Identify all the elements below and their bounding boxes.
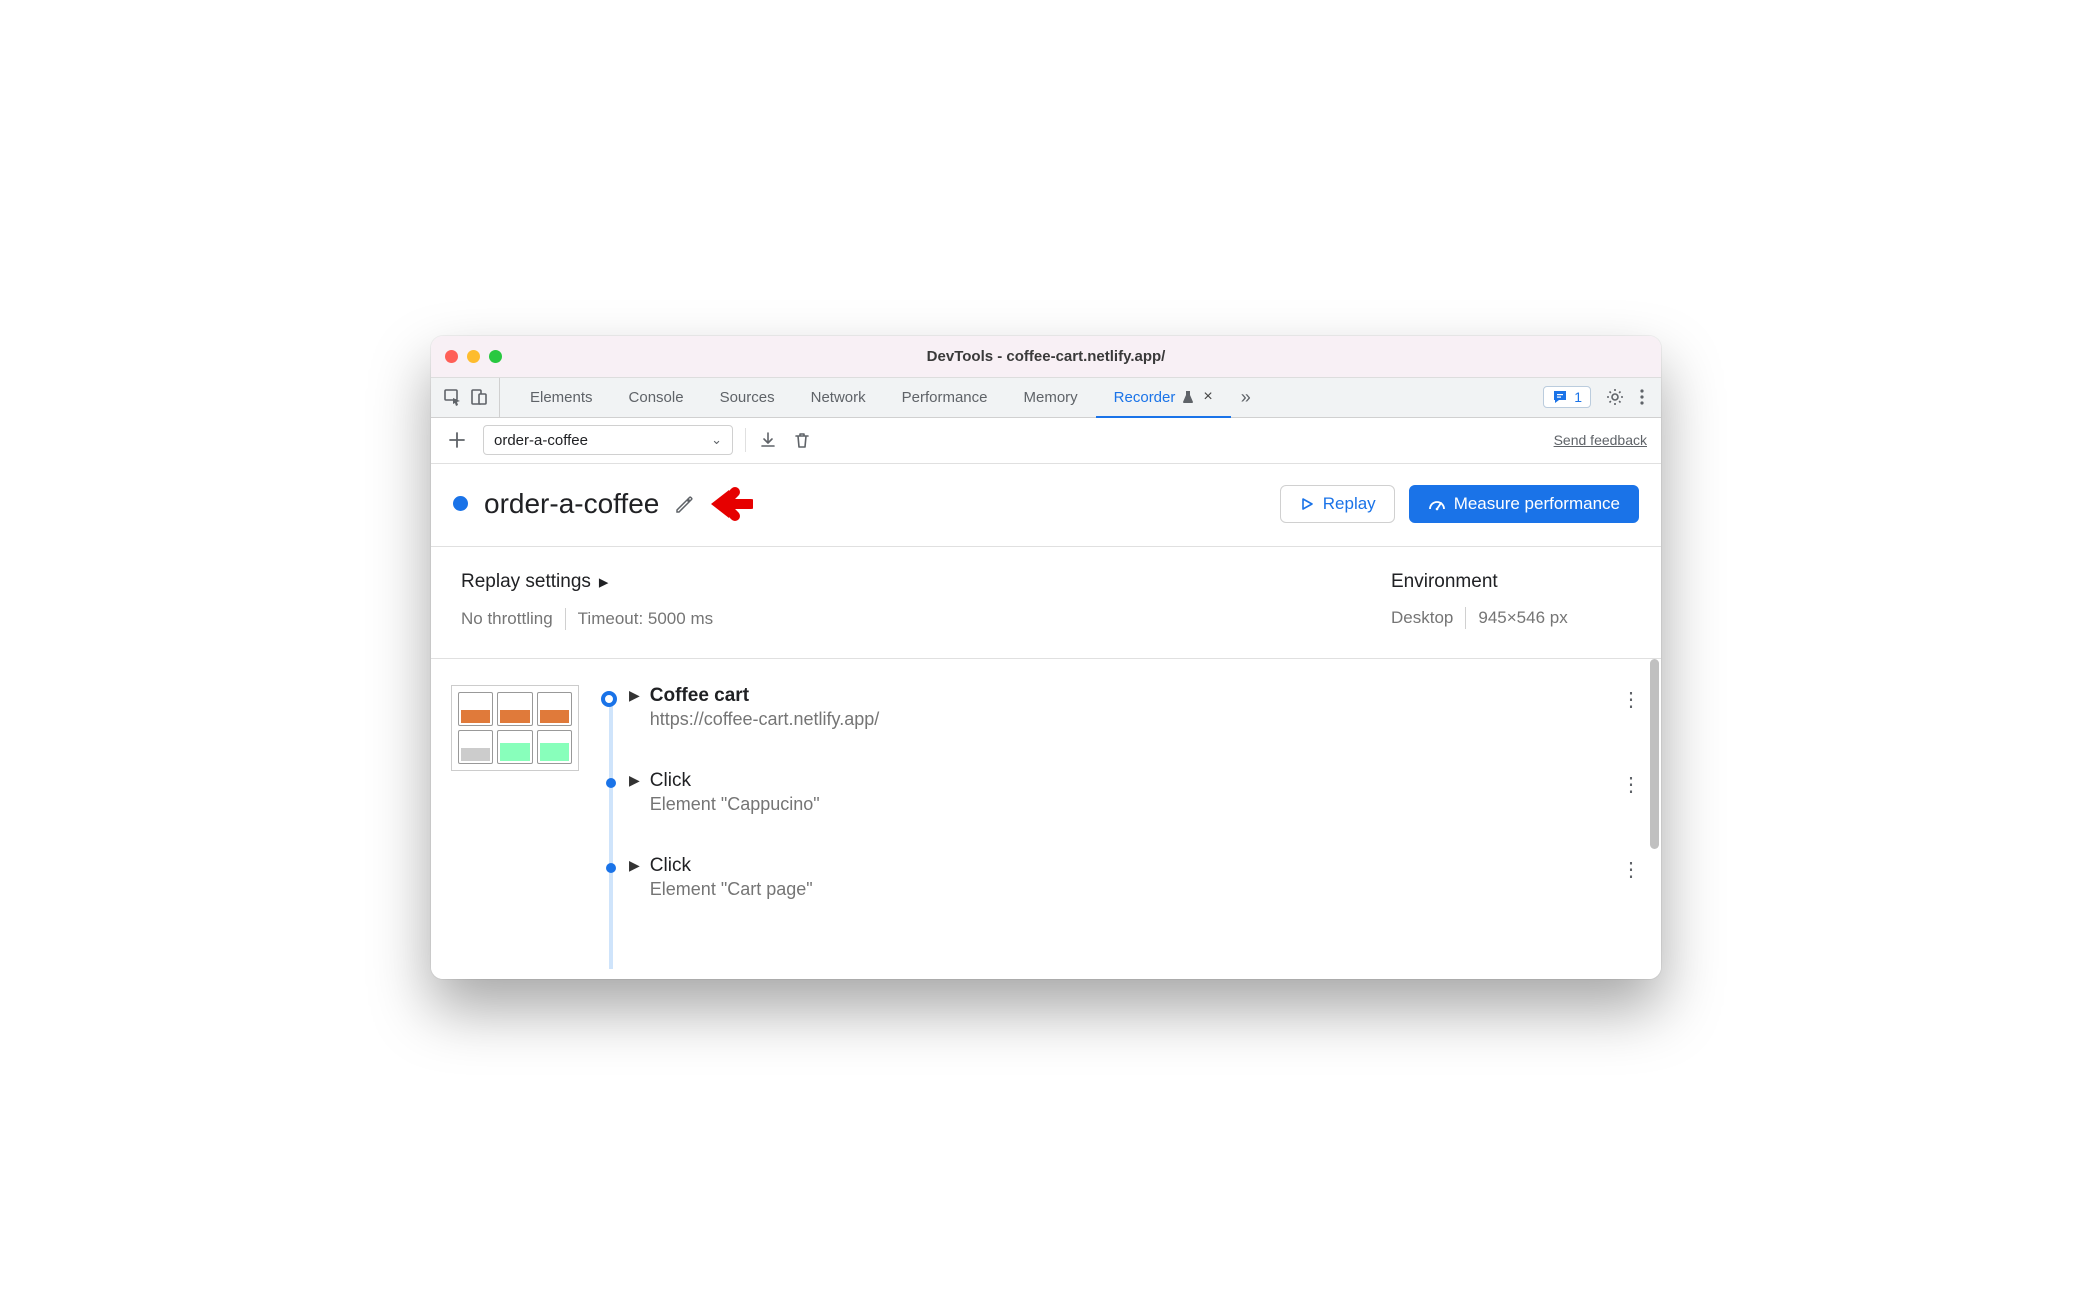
delete-recording-icon[interactable] [792, 430, 812, 450]
issues-chat-icon [1552, 389, 1568, 405]
divider [745, 428, 746, 452]
tab-performance[interactable]: Performance [884, 378, 1006, 417]
throttling-value: No throttling [461, 609, 553, 629]
step-menu-kebab-icon[interactable]: ⋮ [1621, 687, 1641, 712]
recording-dropdown[interactable]: order-a-coffee ⌄ [483, 425, 733, 455]
step-thumbnail [451, 685, 579, 771]
steps-area: ▶ Coffee cart https://coffee-cart.netlif… [431, 659, 1661, 979]
recording-dropdown-value: order-a-coffee [494, 432, 588, 449]
panel-tabstrip: Elements Console Sources Network Perform… [431, 378, 1661, 418]
step-subtitle: Element "Cart page" [650, 879, 813, 900]
vertical-scrollbar[interactable] [1650, 659, 1659, 849]
chevron-down-icon: ⌄ [711, 432, 722, 448]
issues-counter[interactable]: 1 [1543, 386, 1591, 408]
devtools-window: DevTools - coffee-cart.netlify.app/ Elem… [431, 336, 1661, 979]
tab-recorder[interactable]: Recorder × [1096, 378, 1231, 417]
measure-performance-button[interactable]: Measure performance [1409, 485, 1639, 523]
caret-right-icon[interactable]: ▶ [629, 857, 640, 874]
annotation-arrow-icon [705, 484, 753, 524]
window-title: DevTools - coffee-cart.netlify.app/ [927, 348, 1166, 365]
recording-settings: Replay settings ▸ No throttling Timeout:… [431, 547, 1661, 659]
settings-gear-icon[interactable] [1605, 387, 1625, 407]
step-menu-kebab-icon[interactable]: ⋮ [1621, 857, 1641, 882]
recorder-toolbar: order-a-coffee ⌄ Send feedback [431, 418, 1661, 464]
main-menu-kebab-icon[interactable] [1639, 387, 1645, 407]
environment-size: 945×546 px [1478, 608, 1567, 628]
tab-console[interactable]: Console [611, 378, 702, 417]
tab-memory[interactable]: Memory [1006, 378, 1096, 417]
divider [565, 608, 566, 630]
step-menu-kebab-icon[interactable]: ⋮ [1621, 772, 1641, 797]
timeline-line [609, 703, 613, 969]
more-tabs-icon[interactable]: » [1231, 378, 1261, 417]
step-title: Click [650, 855, 813, 877]
replay-button[interactable]: Replay [1280, 485, 1395, 523]
replay-settings-heading[interactable]: Replay settings ▸ [461, 571, 1391, 594]
step-marker-icon [606, 778, 616, 788]
minimize-window-button[interactable] [467, 350, 480, 363]
caret-right-icon[interactable]: ▶ [629, 772, 640, 789]
step-subtitle: https://coffee-cart.netlify.app/ [650, 709, 879, 730]
step-item[interactable]: ▶ Click Element "Cart page" ⋮ [629, 855, 1641, 900]
tab-network[interactable]: Network [793, 378, 884, 417]
step-item[interactable]: ▶ Click Element "Cappucino" ⋮ [629, 770, 1641, 815]
recording-status-dot [453, 496, 468, 511]
caret-right-icon[interactable]: ▶ [629, 687, 640, 704]
send-feedback-link[interactable]: Send feedback [1554, 432, 1647, 448]
experiment-beaker-icon [1181, 390, 1195, 404]
tab-elements[interactable]: Elements [512, 378, 611, 417]
recording-title: order-a-coffee [484, 488, 659, 520]
recording-header: order-a-coffee Replay Measure performanc… [431, 464, 1661, 547]
environment-device: Desktop [1391, 608, 1453, 628]
close-window-button[interactable] [445, 350, 458, 363]
tab-sources[interactable]: Sources [702, 378, 793, 417]
step-item[interactable]: ▶ Coffee cart https://coffee-cart.netlif… [629, 685, 1641, 730]
inspect-element-icon[interactable] [443, 387, 463, 407]
steps-timeline: ▶ Coffee cart https://coffee-cart.netlif… [599, 685, 1641, 969]
issues-count: 1 [1574, 389, 1582, 405]
traffic-lights [445, 350, 502, 363]
close-tab-icon[interactable]: × [1203, 388, 1212, 406]
window-titlebar: DevTools - coffee-cart.netlify.app/ [431, 336, 1661, 378]
maximize-window-button[interactable] [489, 350, 502, 363]
export-recording-icon[interactable] [758, 430, 778, 450]
caret-right-icon: ▸ [599, 571, 609, 594]
step-title: Coffee cart [650, 685, 879, 707]
step-marker-icon [601, 691, 617, 707]
new-recording-button[interactable] [445, 428, 469, 452]
step-title: Click [650, 770, 820, 792]
step-marker-icon [606, 863, 616, 873]
edit-title-icon[interactable] [673, 493, 695, 515]
divider [1465, 607, 1466, 629]
timeout-value: Timeout: 5000 ms [578, 609, 713, 629]
device-toolbar-icon[interactable] [469, 387, 489, 407]
environment-heading: Environment [1391, 571, 1631, 593]
step-subtitle: Element "Cappucino" [650, 794, 820, 815]
